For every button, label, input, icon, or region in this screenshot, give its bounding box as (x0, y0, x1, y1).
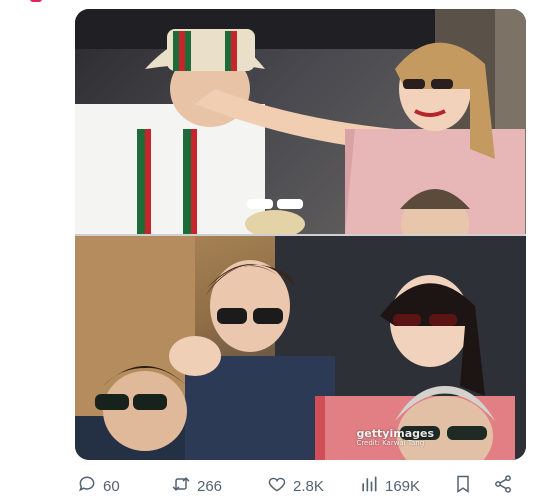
accent-mark (30, 0, 42, 2)
photo-watermark: gettyimages Credit: Karwai Tang (356, 428, 434, 448)
bottom-photo-illustration (75, 236, 526, 460)
retweet-count: 266 (197, 477, 223, 495)
bookmark-button[interactable] (453, 474, 473, 498)
like-count: 2.8K (293, 477, 324, 495)
bottom-photo[interactable]: gettyimages Credit: Karwai Tang (75, 236, 526, 460)
reply-icon (77, 474, 97, 498)
retweet-button[interactable]: 266 (171, 474, 222, 498)
share-button[interactable] (493, 474, 513, 498)
tweet-media[interactable]: gettyimages Credit: Karwai Tang (75, 9, 526, 460)
tweet-actions: 60 266 2.8K 169K (75, 472, 526, 498)
watermark-credit: Credit: Karwai Tang (356, 439, 425, 448)
heart-icon (267, 474, 287, 498)
top-photo-illustration (75, 9, 526, 234)
views-icon (359, 474, 379, 498)
reply-button[interactable]: 60 (77, 474, 120, 498)
reply-count: 60 (103, 477, 120, 495)
top-photo[interactable] (75, 9, 526, 234)
views-button[interactable]: 169K (359, 474, 420, 498)
like-button[interactable]: 2.8K (267, 474, 324, 498)
retweet-icon (171, 474, 191, 498)
views-count: 169K (385, 477, 421, 495)
share-icon (493, 474, 513, 498)
bookmark-icon (453, 474, 473, 498)
